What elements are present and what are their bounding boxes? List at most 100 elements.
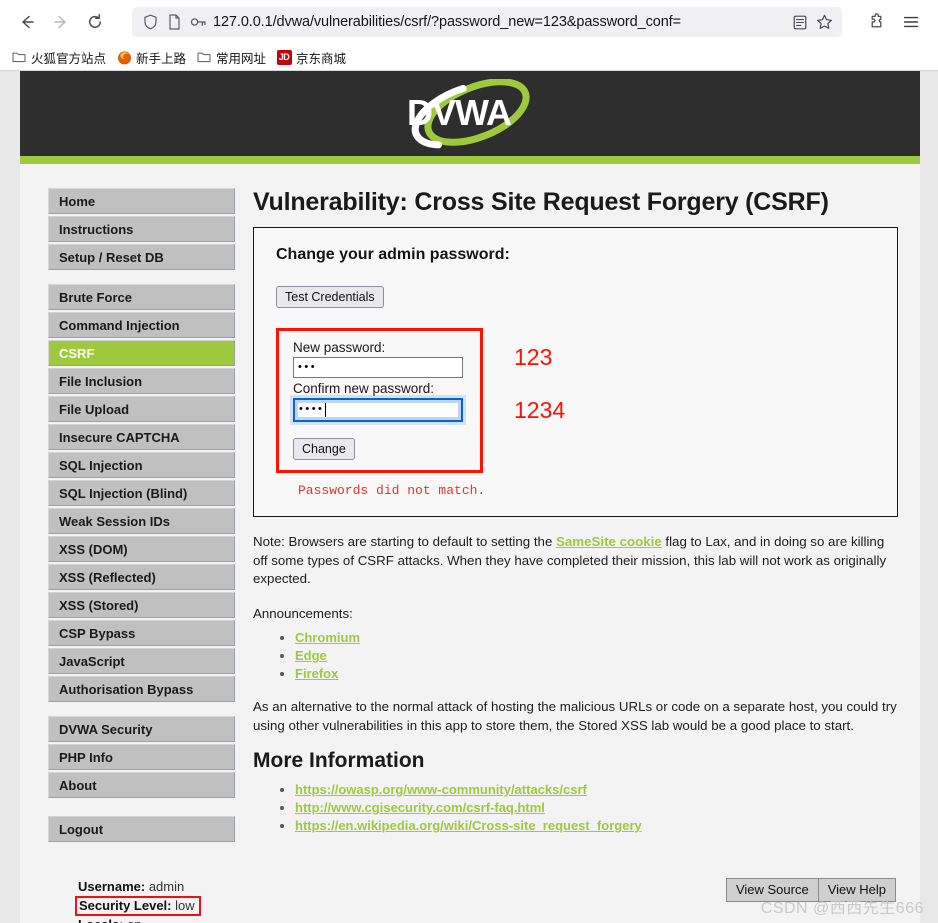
bookmark-star-icon[interactable] (812, 10, 836, 34)
hamburger-menu-icon (903, 16, 919, 28)
sidebar-item-command-injection[interactable]: Command Injection (48, 312, 235, 338)
sidebar-nav: Home Instructions Setup / Reset DB Brute… (20, 176, 235, 923)
sidebar-item-xss-reflected[interactable]: XSS (Reflected) (48, 564, 235, 590)
sidebar-group-vulnerabilities: Brute Force Command Injection CSRF File … (48, 284, 235, 702)
sidebar-group-session: Logout (48, 816, 235, 842)
reload-icon (88, 14, 102, 28)
reader-view-icon[interactable] (788, 10, 812, 34)
bookmark-item-2[interactable]: 常用网址 (191, 46, 271, 69)
announcement-link-edge[interactable]: Edge (295, 648, 327, 663)
sidebar-item-logout[interactable]: Logout (48, 816, 235, 842)
more-info-link-cgisecurity[interactable]: http://www.cgisecurity.com/csrf-faq.html (295, 800, 545, 815)
sidebar-item-about[interactable]: About (48, 772, 235, 798)
sidebar-group-general: Home Instructions Setup / Reset DB (48, 188, 235, 270)
security-level-label: Security Level: (79, 897, 172, 913)
sidebar-item-instructions[interactable]: Instructions (48, 216, 235, 242)
sidebar-item-xss-dom[interactable]: XSS (DOM) (48, 536, 235, 562)
sidebar-item-setup-reset-db[interactable]: Setup / Reset DB (48, 244, 235, 270)
security-level-row: Security Level: low (75, 895, 235, 916)
page-info-icon[interactable] (162, 10, 186, 34)
sidebar-item-sql-injection-blind[interactable]: SQL Injection (Blind) (48, 480, 235, 506)
key-icon[interactable] (186, 10, 210, 34)
confirm-password-value: •••• (299, 403, 325, 415)
extensions-button[interactable] (860, 5, 894, 39)
arrow-right-icon (54, 15, 66, 29)
sidebar-item-authorisation-bypass[interactable]: Authorisation Bypass (48, 676, 235, 702)
sidebar-item-dvwa-security[interactable]: DVWA Security (48, 716, 235, 742)
new-password-value: ••• (298, 360, 318, 373)
locale-row: Locale: en (78, 916, 235, 923)
announcement-link-chromium[interactable]: Chromium (295, 630, 360, 645)
error-message: Passwords did not match. (298, 483, 486, 498)
sidebar-item-javascript[interactable]: JavaScript (48, 648, 235, 674)
vulnerability-panel: Change your admin password: Test Credent… (253, 227, 898, 517)
back-button[interactable] (10, 5, 44, 39)
sidebar-item-php-info[interactable]: PHP Info (48, 744, 235, 770)
samesite-cookie-link[interactable]: SameSite cookie (556, 534, 662, 549)
bookmarks-bar: 火狐官方站点 新手上路 常用网址 JD 京东商城 (0, 44, 938, 70)
dvwa-header: DVWA (20, 71, 920, 156)
watermark: CSDN @西西先生666 (760, 900, 924, 917)
annotation-new-password: 123 (514, 344, 553, 370)
sidebar-item-insecure-captcha[interactable]: Insecure CAPTCHA (48, 424, 235, 450)
jd-icon: JD (276, 49, 292, 65)
announcement-link-firefox[interactable]: Firefox (295, 666, 338, 681)
sidebar-item-home[interactable]: Home (48, 188, 235, 214)
new-password-input[interactable]: ••• (293, 357, 463, 378)
password-change-form: New password: ••• Confirm new password: … (276, 328, 881, 473)
page-viewport: DVWA Home Instructions Setup / Reset DB … (0, 71, 938, 923)
forward-button[interactable] (44, 5, 78, 39)
list-item: Chromium (295, 629, 898, 646)
sidebar-item-csp-bypass[interactable]: CSP Bypass (48, 620, 235, 646)
announcements-label: Announcements: (253, 605, 353, 621)
firefox-icon (116, 49, 132, 65)
samesite-note: Note: Browsers are starting to default t… (253, 533, 898, 589)
username-label: Username: (78, 879, 146, 894)
bookmark-label: 火狐官方站点 (31, 51, 107, 66)
bookmark-item-1[interactable]: 新手上路 (111, 46, 191, 69)
url-text[interactable]: 127.0.0.1/dvwa/vulnerabilities/csrf/?pas… (213, 7, 788, 37)
announcement-links-list: Chromium Edge Firefox (253, 629, 898, 682)
sidebar-group-meta: DVWA Security PHP Info About (48, 716, 235, 798)
locale-value: en (127, 917, 141, 923)
security-level-highlight: Security Level: low (75, 895, 201, 916)
sidebar-item-weak-session-ids[interactable]: Weak Session IDs (48, 508, 235, 534)
text-caret (325, 403, 327, 417)
bookmark-label: 常用网址 (216, 51, 267, 66)
change-button[interactable]: Change (293, 438, 355, 460)
confirm-password-label: Confirm new password: (293, 381, 435, 396)
sidebar-item-xss-stored[interactable]: XSS (Stored) (48, 592, 235, 618)
more-info-link-owasp[interactable]: https://owasp.org/www-community/attacks/… (295, 782, 587, 797)
list-item: Edge (295, 647, 898, 664)
bookmark-item-3[interactable]: JD 京东商城 (271, 46, 351, 69)
more-information-links-list: https://owasp.org/www-community/attacks/… (253, 781, 898, 834)
jd-badge-label: JD (276, 49, 292, 65)
app-menu-button[interactable] (894, 5, 928, 39)
bookmark-item-0[interactable]: 火狐官方站点 (6, 46, 111, 69)
sidebar-item-csrf[interactable]: CSRF (48, 340, 235, 366)
browser-toolbar: 127.0.0.1/dvwa/vulnerabilities/csrf/?pas… (0, 0, 938, 44)
list-item: https://en.wikipedia.org/wiki/Cross-site… (295, 817, 898, 834)
form-highlight-box: New password: ••• Confirm new password: … (276, 328, 483, 473)
reload-button[interactable] (78, 5, 112, 39)
list-item: http://www.cgisecurity.com/csrf-faq.html (295, 799, 898, 816)
sidebar-item-brute-force[interactable]: Brute Force (48, 284, 235, 310)
locale-label: Locale: (78, 917, 124, 923)
more-information-heading: More Information (253, 749, 425, 772)
folder-icon (196, 49, 212, 65)
list-item: Firefox (295, 665, 898, 682)
shield-icon[interactable] (138, 10, 162, 34)
sidebar-item-sql-injection[interactable]: SQL Injection (48, 452, 235, 478)
more-info-link-wikipedia[interactable]: https://en.wikipedia.org/wiki/Cross-site… (295, 818, 642, 833)
security-level-value: low (175, 897, 195, 913)
annotation-confirm-password: 1234 (514, 397, 566, 423)
address-bar[interactable]: 127.0.0.1/dvwa/vulnerabilities/csrf/?pas… (132, 7, 842, 37)
test-credentials-button[interactable]: Test Credentials (276, 286, 384, 308)
session-info: Username: admin Security Level: low Loca… (48, 856, 235, 923)
bookmark-label: 京东商城 (296, 51, 347, 66)
sidebar-item-file-inclusion[interactable]: File Inclusion (48, 368, 235, 394)
confirm-password-input[interactable]: •••• (293, 398, 463, 422)
main-content: Vulnerability: Cross Site Request Forger… (235, 176, 920, 923)
alternative-attack-note: As an alternative to the normal attack o… (253, 699, 897, 733)
sidebar-item-file-upload[interactable]: File Upload (48, 396, 235, 422)
